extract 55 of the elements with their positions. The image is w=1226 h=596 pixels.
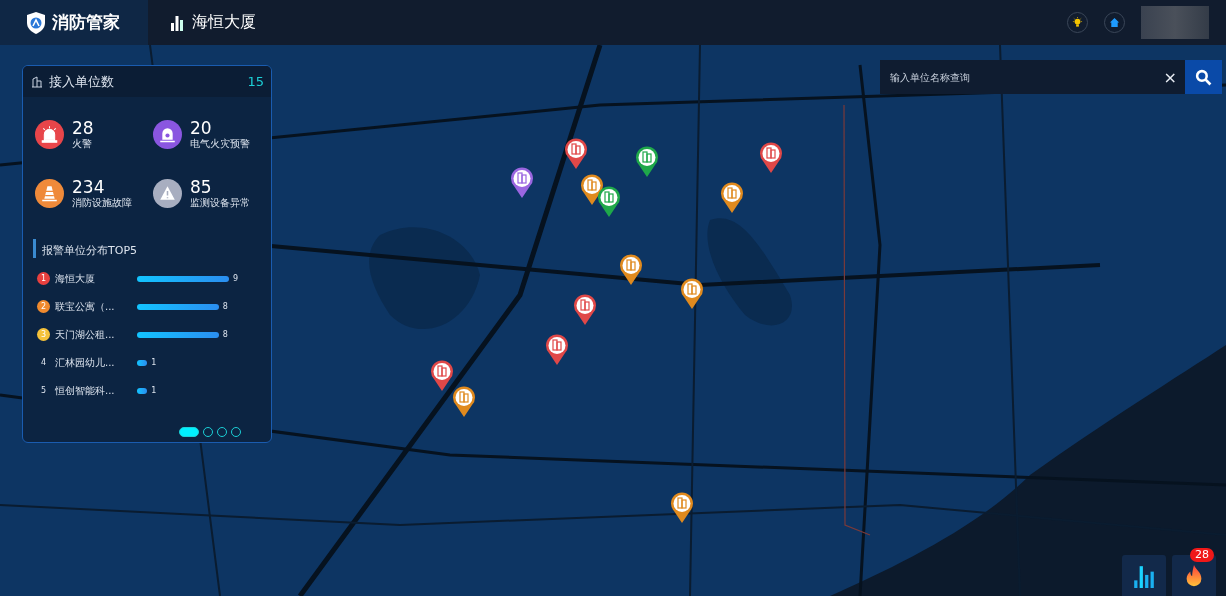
bar-value: 8 <box>222 302 228 311</box>
rank-badge: 1 <box>37 272 50 285</box>
unit-name[interactable]: 汇林园幼儿... <box>55 355 131 370</box>
stat-label: 监测设备异常 <box>190 197 250 209</box>
building-map-pin-icon[interactable] <box>452 386 476 418</box>
unit-name[interactable]: 恒创智能科... <box>55 383 131 398</box>
bar-value: 8 <box>222 330 228 339</box>
section-title: 报警单位分布TOP5 <box>42 244 137 257</box>
building-map-pin-icon[interactable] <box>430 360 454 392</box>
app-title: 消防管家 <box>52 11 120 34</box>
bar <box>137 387 148 394</box>
bar-value: 9 <box>233 274 239 283</box>
light-bulb-icon <box>1072 17 1083 28</box>
building-map-pin-icon[interactable] <box>720 182 744 214</box>
bar-chart-button[interactable] <box>1122 555 1166 596</box>
rank-number: 5 <box>39 385 48 397</box>
clear-button[interactable]: × <box>1163 67 1177 87</box>
building-map-pin-icon[interactable] <box>635 146 659 178</box>
building-map-pin-icon[interactable] <box>670 492 694 524</box>
building-map-pin-icon[interactable] <box>573 294 597 326</box>
stat-value: 20 <box>190 119 213 138</box>
stat-label: 电气火灾预警 <box>190 138 250 150</box>
rank-number: 4 <box>39 357 48 369</box>
notification-badge: 28 <box>1190 548 1214 562</box>
unit-name[interactable]: 天门湖公租... <box>55 327 131 342</box>
building-map-pin-icon[interactable] <box>759 142 783 174</box>
unit-name[interactable]: 海恒大厦 <box>55 271 131 286</box>
bar <box>137 359 148 366</box>
bar-value: 1 <box>151 386 157 395</box>
panel-title: 接入单位数 <box>49 72 115 91</box>
stat-value: 28 <box>72 119 94 138</box>
rank-badge: 2 <box>37 300 50 313</box>
search-icon <box>1195 68 1212 86</box>
unit-name[interactable]: 联宝公寓（... <box>55 299 131 314</box>
building-map-pin-icon[interactable] <box>619 254 643 286</box>
bar-chart-icon <box>1133 563 1155 588</box>
building-map-pin-icon[interactable] <box>564 138 588 170</box>
home-icon <box>1109 17 1120 28</box>
building-map-pin-icon[interactable] <box>597 186 621 218</box>
building-icon <box>31 75 43 88</box>
building-map-pin-icon[interactable] <box>510 167 534 199</box>
bar-value: 1 <box>151 358 157 367</box>
building-icon <box>170 14 184 31</box>
building-name[interactable]: 海恒大厦 <box>192 12 256 33</box>
stat-label: 火警 <box>72 138 93 150</box>
search-field[interactable]: 输入单位名称查询 × <box>880 60 1185 94</box>
unit-count: 15 <box>247 74 264 89</box>
building-map-pin-icon[interactable] <box>545 334 569 366</box>
shield-logo-icon <box>26 10 46 35</box>
rank-badge: 3 <box>37 328 50 341</box>
stat-value: 85 <box>190 178 213 197</box>
building-map-pin-icon[interactable] <box>680 278 704 310</box>
search-button[interactable] <box>1185 60 1222 94</box>
stat-label: 消防设施故障 <box>72 197 132 209</box>
stat-value: 234 <box>72 178 106 197</box>
